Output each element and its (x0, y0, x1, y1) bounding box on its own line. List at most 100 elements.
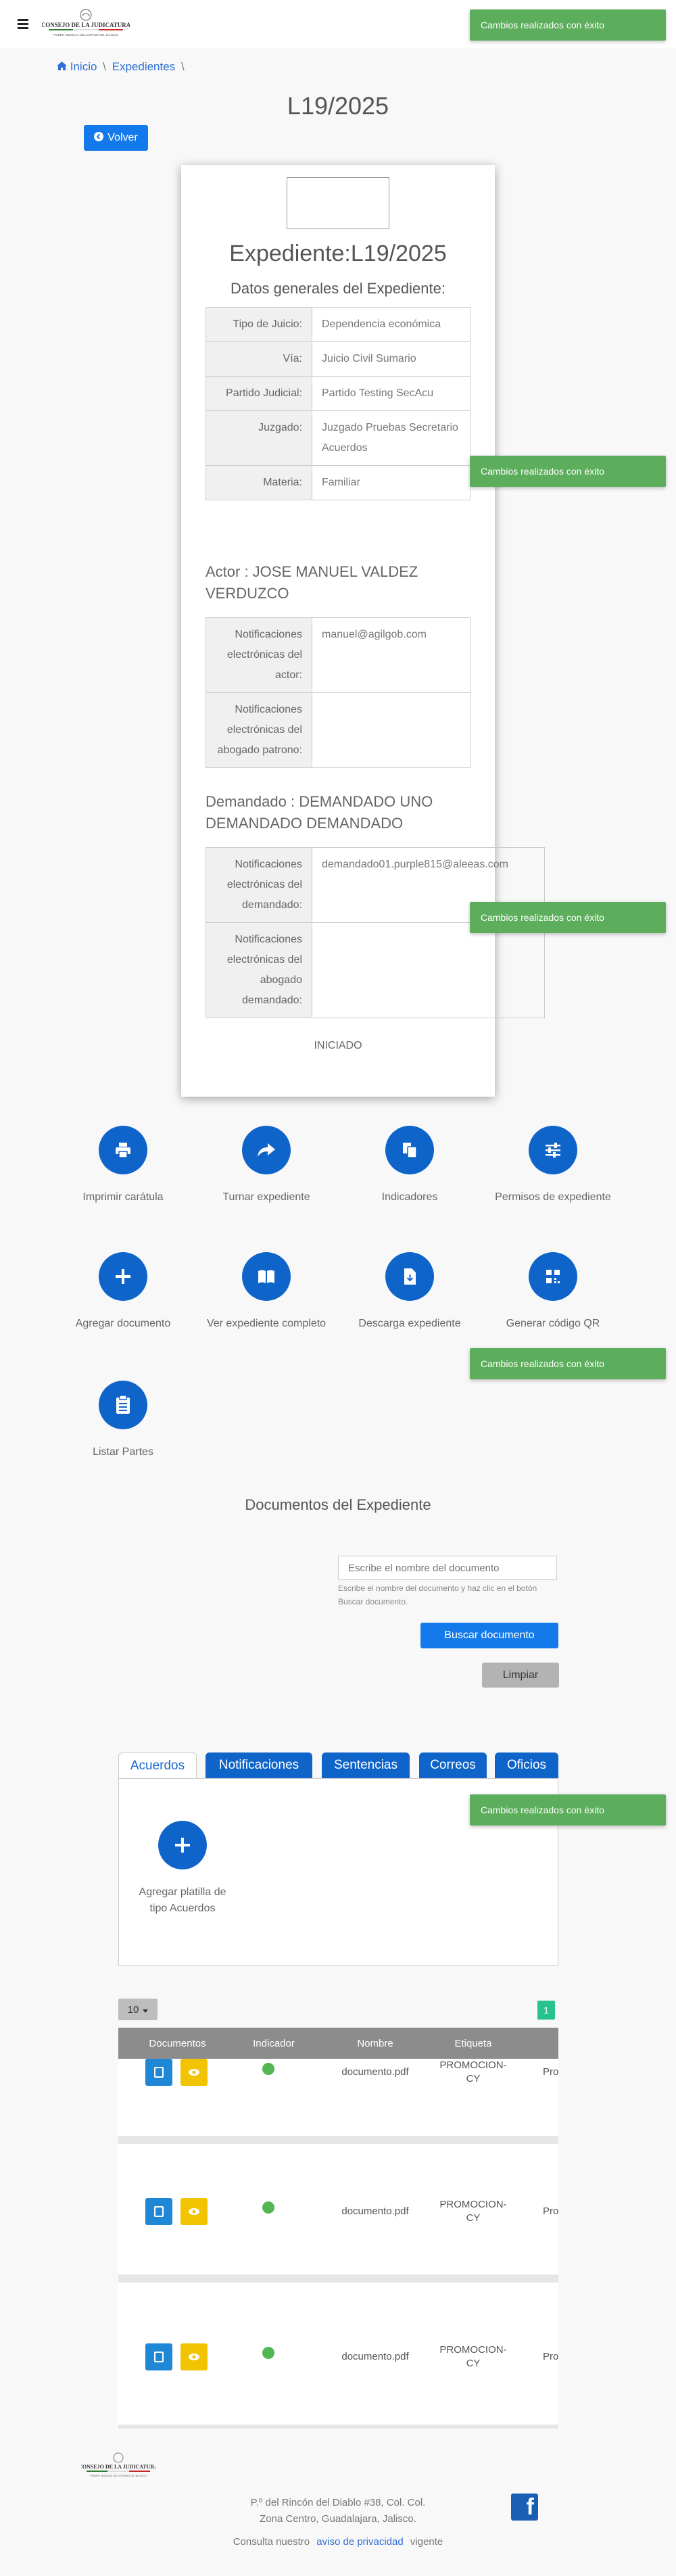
page-button[interactable]: 1 (537, 2001, 555, 2020)
tab-acuerdos[interactable]: Acuerdos (118, 1752, 197, 1778)
tab-sentencias[interactable]: Sentencias (322, 1752, 410, 1778)
caret-down-icon (143, 2004, 149, 2016)
table-row: documento.pdf PROMOCION-CY Pro (118, 2283, 558, 2425)
action-ver-expediente-completo[interactable]: Ver expediente completo (199, 1252, 334, 1332)
tab-notificaciones[interactable]: Notificaciones (206, 1752, 312, 1778)
success-toast[interactable]: Cambios realizados con éxito (470, 9, 666, 41)
back-button[interactable]: Volver (84, 125, 148, 151)
eye-icon[interactable] (180, 2059, 208, 2086)
document-extra: Pro (543, 2066, 558, 2078)
datos-table: Tipo de Juicio: Dependencia económica Vía… (206, 307, 470, 500)
action-turnar-expediente[interactable]: Turnar expediente (199, 1126, 334, 1206)
clear-button[interactable]: Limpiar (482, 1663, 559, 1688)
datos-label: Materia: (206, 465, 312, 500)
actor-value: manuel@agilgob.com (312, 617, 470, 693)
documentos-title: Documentos del Expediente (245, 1496, 431, 1513)
action-imprimir-caratula[interactable]: Imprimir carátula (55, 1126, 191, 1206)
page-size-select[interactable]: 10 (118, 1999, 158, 2020)
clipboard-list-icon (99, 1381, 147, 1429)
column-header[interactable]: Etiqueta (439, 2028, 507, 2059)
action-label: Listar Partes (93, 1446, 153, 1458)
action-generar-codigo-qr[interactable]: Generar código QR (485, 1252, 621, 1332)
footer-logo[interactable]: CONSEJO DE LA JUDICATURA PODER JUDICIAL … (78, 2452, 158, 2480)
action-label: Descarga expediente (358, 1318, 461, 1329)
menu-icon[interactable] (18, 19, 28, 31)
facebook-icon[interactable]: f (511, 2494, 538, 2521)
breadcrumb-separator: \ (180, 60, 185, 73)
column-header[interactable]: Nombre (311, 2028, 439, 2059)
sliders-icon (529, 1126, 577, 1174)
datos-value: Partido Testing SecAcu (312, 376, 470, 411)
qr-icon (529, 1252, 577, 1301)
footer-address: P.º del Rincón del Diablo #38, Col. Col.… (203, 2495, 473, 2527)
home-icon[interactable] (57, 60, 70, 73)
breadcrumb-home[interactable]: Inicio (70, 60, 97, 73)
search-document-input[interactable] (338, 1556, 557, 1580)
breadcrumb-expedientes[interactable]: Expedientes (112, 60, 176, 73)
document-name[interactable]: documento.pdf (311, 2350, 439, 2364)
action-label: Agregar documento (75, 1318, 171, 1329)
view-document-button[interactable] (145, 2343, 172, 2370)
datos-label: Juzgado: (206, 410, 312, 466)
search-help-text: Escribe el nombre del documento y haz cl… (338, 1583, 537, 1606)
eye-icon[interactable] (180, 2343, 208, 2370)
success-toast[interactable]: Cambios realizados con éxito (470, 456, 666, 487)
tab-oficios[interactable]: Oficios (495, 1752, 558, 1778)
row-separator (118, 2425, 558, 2429)
demandado-heading: Demandado : DEMANDADO UNO DEMANDADO DEMA… (206, 793, 433, 832)
datos-value: Juicio Civil Sumario (312, 341, 470, 377)
datos-label: Vía: (206, 341, 312, 377)
document-name[interactable]: documento.pdf (311, 2205, 439, 2218)
row-separator (118, 2274, 558, 2283)
svg-text:CONSEJO DE LA JUDICATURA: CONSEJO DE LA JUDICATURA (42, 22, 130, 28)
svg-text:PODER JUDICIAL DEL ESTADO DE J: PODER JUDICIAL DEL ESTADO DE JALISCO (53, 33, 118, 37)
tab-correos[interactable]: Correos (419, 1752, 487, 1778)
document-name[interactable]: documento.pdf (311, 2066, 439, 2079)
document-label: PROMOCION-CY (439, 2059, 507, 2084)
success-toast[interactable]: Cambios realizados con éxito (470, 902, 666, 933)
action-label: Permisos de expediente (495, 1191, 611, 1203)
datos-value: Dependencia económica (312, 307, 470, 342)
privacy-prefix: Consulta nuestro (233, 2536, 310, 2548)
action-descarga-expediente[interactable]: Descarga expediente (342, 1252, 477, 1332)
add-template-label: Agregar platilla de tipo Acuerdos (139, 1886, 226, 1914)
breadcrumb: Inicio \ Expedientes \ (57, 60, 187, 74)
action-listar-partes[interactable]: Listar Partes (55, 1381, 191, 1460)
judicatura-logo[interactable]: CONSEJO DE LA JUDICATURA PODER JUDICIAL … (41, 8, 131, 41)
back-button-label: Volver (107, 132, 138, 143)
indicator-dot (262, 2201, 274, 2214)
view-document-button[interactable] (145, 2198, 172, 2225)
file-download-icon (385, 1252, 434, 1301)
action-permisos-expediente[interactable]: Permisos de expediente (485, 1126, 621, 1206)
eye-icon[interactable] (180, 2198, 208, 2225)
page-size-value: 10 (127, 2003, 139, 2016)
expediente-title: Expediente:L19/2025 (229, 241, 447, 266)
arrow-left-icon (94, 131, 104, 145)
table-row: documento.pdf PROMOCION-CY Pro (118, 2144, 558, 2274)
search-document-button[interactable]: Buscar documento (420, 1623, 558, 1648)
datos-label: Tipo de Juicio: (206, 307, 312, 342)
privacy-link[interactable]: aviso de privacidad (316, 2536, 403, 2548)
datos-row: Tipo de Juicio: Dependencia económica (206, 307, 470, 342)
action-label: Ver expediente completo (206, 1318, 327, 1329)
add-template-button[interactable]: Agregar platilla de tipo Acuerdos (115, 1821, 250, 1917)
share-icon (242, 1126, 291, 1174)
action-agregar-documento[interactable]: Agregar documento (55, 1252, 191, 1332)
files-icon (385, 1126, 434, 1174)
success-toast[interactable]: Cambios realizados con éxito (470, 1794, 666, 1826)
datos-generales-title: Datos generales del Expediente: (231, 280, 445, 297)
datos-row: Vía: Juicio Civil Sumario (206, 341, 470, 377)
document-extra: Pro (543, 2351, 558, 2362)
view-document-button[interactable] (145, 2059, 172, 2086)
actor-table: Notificaciones electrónicas del actor: ma… (206, 617, 470, 768)
demandado-value (312, 922, 545, 1018)
plus-icon (99, 1252, 147, 1301)
action-indicadores[interactable]: Indicadores (342, 1126, 477, 1206)
success-toast[interactable]: Cambios realizados con éxito (470, 1348, 666, 1379)
datos-label: Partido Judicial: (206, 376, 312, 411)
breadcrumb-separator: \ (103, 60, 106, 73)
datos-row: Materia: Familiar (206, 465, 470, 500)
column-header[interactable]: Indicador (237, 2028, 311, 2059)
actor-row: Notificaciones electrónicas del actor: ma… (206, 617, 470, 693)
column-header[interactable]: Documentos (118, 2028, 237, 2059)
